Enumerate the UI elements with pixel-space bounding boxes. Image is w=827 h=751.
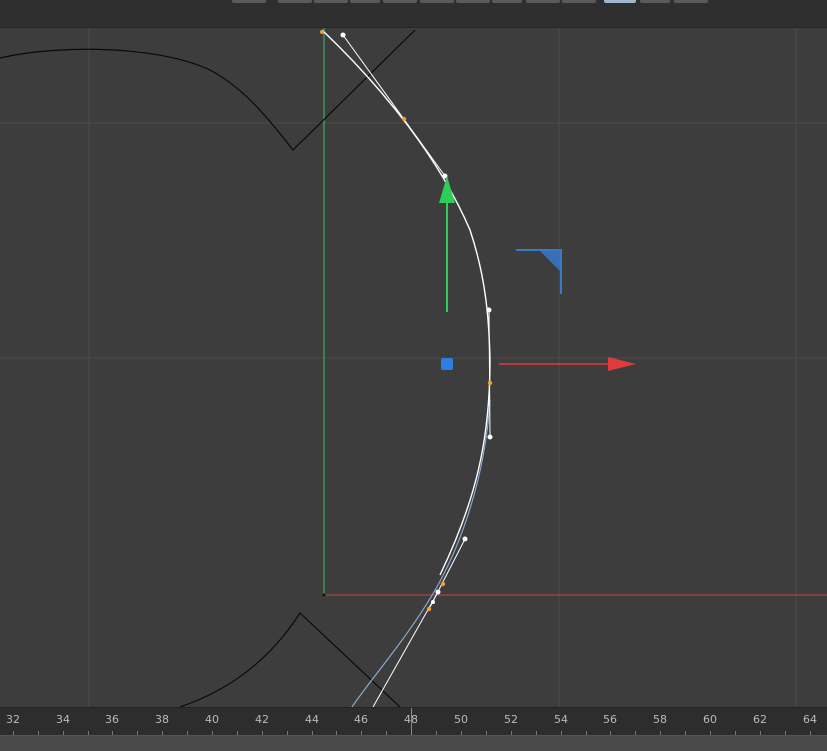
viewport-grid xyxy=(0,28,827,707)
toolbar-button[interactable] xyxy=(640,0,670,3)
toolbar-button[interactable] xyxy=(456,0,490,3)
ruler-label: 54 xyxy=(554,713,568,726)
ruler-label: 64 xyxy=(803,713,817,726)
toolbar-button-active[interactable] xyxy=(604,0,636,3)
toolbar-button[interactable] xyxy=(314,0,348,3)
plane-handle-icon[interactable] xyxy=(516,249,562,294)
outline-shape-lower xyxy=(179,612,401,707)
toolbar-button[interactable] xyxy=(526,0,560,3)
ruler-label: 38 xyxy=(155,713,169,726)
ruler-label: 46 xyxy=(354,713,368,726)
timeline-ruler[interactable]: 32 34 36 38 40 42 44 46 48 50 52 54 56 5… xyxy=(0,707,827,735)
transform-gizmo[interactable] xyxy=(439,176,636,371)
ruler-label: 36 xyxy=(105,713,119,726)
tangent-handles[interactable] xyxy=(342,34,491,707)
toolbar-button[interactable] xyxy=(350,0,380,3)
spline-viewport[interactable] xyxy=(0,28,827,707)
gizmo-x-arrow[interactable] xyxy=(499,357,636,371)
ruler-label: 56 xyxy=(603,713,617,726)
toolbar-button[interactable] xyxy=(562,0,596,3)
ruler-label: 34 xyxy=(56,713,70,726)
toolbar-button[interactable] xyxy=(278,0,312,3)
ruler-label: 42 xyxy=(255,713,269,726)
ruler-label: 52 xyxy=(504,713,518,726)
status-bar xyxy=(0,735,827,751)
ruler-label: 60 xyxy=(703,713,717,726)
gizmo-y-arrow[interactable] xyxy=(439,176,455,312)
ruler-label: 32 xyxy=(6,713,20,726)
ruler-label: 50 xyxy=(454,713,468,726)
toolbar-button[interactable] xyxy=(492,0,522,3)
handle-points[interactable] xyxy=(340,32,493,605)
toolbar-button[interactable] xyxy=(674,0,708,3)
spline-curve-continued[interactable] xyxy=(351,399,491,707)
spline-knots[interactable] xyxy=(320,30,493,612)
arrow-right-icon[interactable] xyxy=(608,357,636,371)
top-toolbar xyxy=(0,0,827,28)
toolbar-button[interactable] xyxy=(383,0,417,3)
move-handle-icon[interactable] xyxy=(441,358,453,370)
ruler-label: 58 xyxy=(653,713,667,726)
toolbar-button[interactable] xyxy=(420,0,454,3)
viewport-canvas[interactable] xyxy=(0,28,827,707)
arrow-up-icon[interactable] xyxy=(439,176,455,203)
ruler-label: 62 xyxy=(753,713,767,726)
ruler-label: 40 xyxy=(205,713,219,726)
toolbar-button[interactable] xyxy=(232,0,266,3)
world-origin-point xyxy=(322,593,326,597)
ruler-label: 44 xyxy=(305,713,319,726)
timeline-cursor[interactable] xyxy=(411,708,412,735)
spline-curve-selected[interactable] xyxy=(321,29,491,576)
